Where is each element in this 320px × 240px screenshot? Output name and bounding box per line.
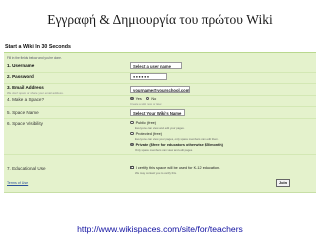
visibility-option-private[interactable]: Private ($free for educators otherwise $…	[130, 142, 223, 147]
visibility-option-protected[interactable]: Protected (free)	[130, 131, 162, 136]
password-label: 2. Password	[7, 74, 34, 79]
educational-option[interactable]: ✓ I certify this space will be used for …	[130, 165, 220, 170]
username-input[interactable]: Select a user name	[130, 62, 182, 69]
visibility-option-public[interactable]: Public (free)	[130, 120, 156, 125]
username-label: 1. Username	[7, 63, 35, 68]
educational-label: 7. Educational Use	[7, 166, 46, 171]
public-label: Public (free)	[135, 120, 157, 125]
make-space-label: 4. Make a Space?	[7, 97, 45, 102]
terms-of-use-link[interactable]: Terms of Use	[7, 181, 28, 185]
divider	[4, 154, 316, 155]
make-space-no-label: No	[151, 96, 157, 101]
private-radio[interactable]	[130, 142, 134, 147]
protected-desc: Everyone can view your pages, only space…	[135, 137, 219, 141]
slide-title: Εγγραφή & Δημιουργία του πρώτου Wiki	[47, 12, 273, 27]
join-button[interactable]: Join	[276, 179, 290, 187]
divider	[4, 95, 316, 96]
make-space-options: Yes No	[130, 96, 156, 101]
educational-checkbox-label: I certify this space will be used for K-…	[135, 165, 221, 170]
divider	[4, 118, 316, 119]
private-label: Private ($free for educators otherwise $…	[135, 142, 223, 147]
signup-form: Fill in the fields below and you're done…	[4, 52, 316, 193]
form-intro: Fill in the fields below and you're done…	[7, 56, 62, 60]
password-input[interactable]: ●●●●●●	[130, 73, 167, 80]
make-space-yes-label: Yes	[135, 96, 142, 101]
protected-label: Protected (free)	[135, 131, 162, 136]
space-name-label: 5. Space Name	[7, 110, 39, 115]
public-radio[interactable]	[130, 120, 134, 125]
email-label: 3. Email Address	[7, 85, 44, 90]
educational-checkbox[interactable]: ✓	[130, 165, 134, 170]
space-name-input[interactable]: Select Your Wiki's Name	[130, 109, 185, 116]
visibility-label: 6. Space Visibility	[7, 121, 43, 126]
make-space-yes-radio[interactable]	[130, 96, 134, 101]
protected-radio[interactable]	[130, 131, 134, 136]
educational-hint: We may contact you to verify this.	[135, 171, 177, 175]
divider	[4, 83, 316, 84]
private-desc: Only space members can view and edit pag…	[135, 148, 193, 152]
page-heading: Start a Wiki In 30 Seconds	[5, 44, 71, 50]
public-desc: Everyone can view and edit your pages.	[135, 126, 185, 130]
make-space-no-radio[interactable]	[145, 96, 150, 101]
email-input[interactable]: yourname@yourschool.com	[130, 86, 190, 93]
email-hint: We don't spam or share your email addres…	[7, 90, 64, 95]
divider	[4, 106, 316, 107]
source-url[interactable]: http://www.wikispaces.com/site/for/teach…	[0, 224, 320, 234]
